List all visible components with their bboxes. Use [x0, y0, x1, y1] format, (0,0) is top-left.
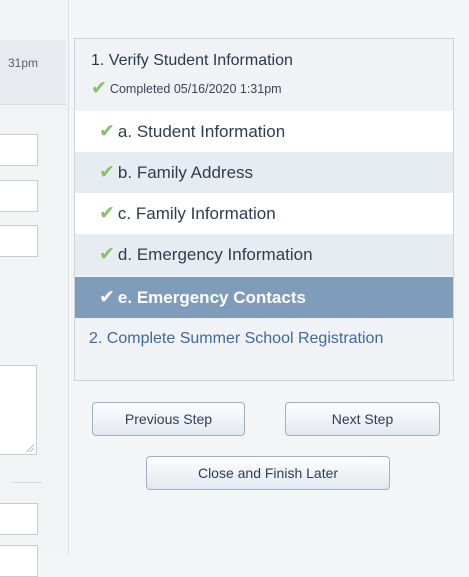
previous-step-button[interactable]: Previous Step [92, 402, 245, 436]
form-panel: 31pm [0, 0, 68, 577]
substep-label: d. Emergency Information [117, 244, 313, 264]
checkmark-icon: ✔ [99, 287, 115, 308]
substep-label: a. Student Information [117, 121, 286, 141]
substep-student-information[interactable]: ✔ a. Student Information [75, 111, 453, 152]
substep-label: c. Family Information [117, 203, 276, 223]
substep-label: e. Emergency Contacts [117, 287, 306, 307]
form-input-2[interactable] [0, 180, 38, 212]
checkmark-icon: ✔ [99, 203, 115, 224]
steps-panel: 1. Verify Student Information ✔ Complete… [74, 38, 454, 381]
form-input-5[interactable] [0, 545, 38, 577]
form-textarea[interactable] [0, 365, 37, 455]
panel-divider [68, 0, 69, 555]
substep-emergency-contacts[interactable]: ✔ e. Emergency Contacts [75, 277, 453, 318]
next-step-button[interactable]: Next Step [285, 402, 440, 436]
form-header: 31pm [0, 40, 66, 105]
step-2-link[interactable]: 2. Complete Summer School Registration [89, 330, 429, 347]
step-1-status-text: Completed 05/16/2020 1:31pm [109, 81, 282, 96]
form-input-4[interactable] [0, 503, 38, 535]
checkmark-icon: ✔ [99, 121, 115, 142]
step-1-title: 1. Verify Student Information [91, 52, 293, 69]
form-input-3[interactable] [0, 225, 38, 257]
substep-emergency-information[interactable]: ✔ d. Emergency Information [75, 234, 453, 275]
checkmark-icon: ✔ [91, 78, 107, 99]
form-divider [12, 482, 42, 483]
substep-label: b. Family Address [117, 162, 254, 182]
resize-grip-icon[interactable] [25, 443, 34, 452]
substep-family-information[interactable]: ✔ c. Family Information [75, 193, 453, 234]
substep-family-address[interactable]: ✔ b. Family Address [75, 152, 453, 193]
form-header-time: 31pm [8, 56, 39, 70]
form-input-1[interactable] [0, 134, 38, 166]
checkmark-icon: ✔ [99, 162, 115, 183]
close-and-finish-later-button[interactable]: Close and Finish Later [146, 456, 390, 490]
step-1-status: ✔ Completed 05/16/2020 1:31pm [91, 79, 282, 98]
checkmark-icon: ✔ [99, 244, 115, 265]
step-1-header[interactable]: 1. Verify Student Information ✔ Complete… [75, 39, 453, 111]
